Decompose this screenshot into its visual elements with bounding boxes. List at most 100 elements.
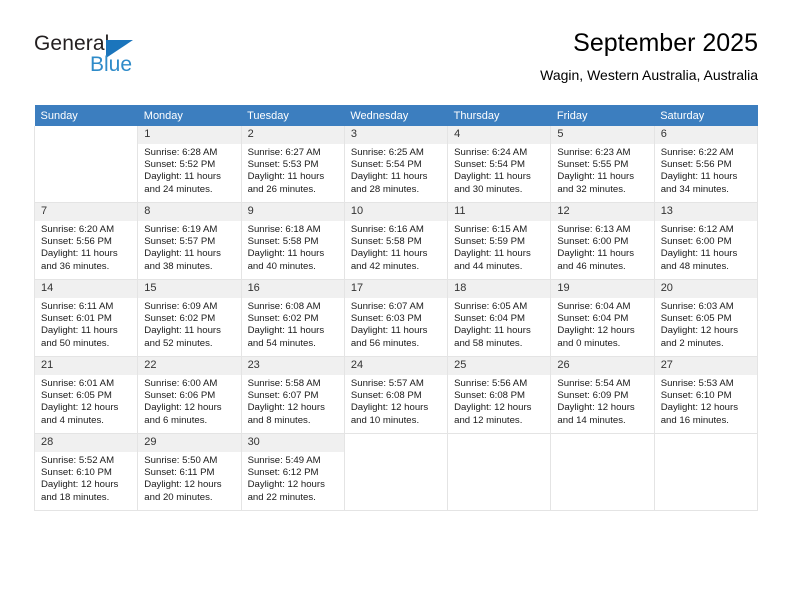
calendar-page: General Blue September 2025 Wagin, Weste… [0, 0, 792, 612]
calendar-day-cell[interactable]: 18 Sunrise: 6:05 AM Sunset: 6:04 PM Dayligh… [447, 279, 552, 357]
calendar-day-cell[interactable]: 2 Sunrise: 6:27 AM Sunset: 5:53 PM Daylight… [240, 126, 345, 203]
day-details: Sunrise: 6:12 AM Sunset: 6:00 PM Daylight:… [655, 221, 757, 273]
calendar-day-cell[interactable]: 10 Sunrise: 6:16 AM Sunset: 5:58 PM Dayligh… [343, 202, 449, 280]
sunset-text: Sunset: 6:02 PM [247, 313, 319, 325]
sunrise-text: Sunrise: 6:24 AM [454, 147, 528, 158]
calendar-day-cell[interactable]: 24 Sunrise: 5:57 AM Sunset: 6:08 PM Dayligh… [343, 356, 449, 434]
sunset-text: Sunset: 6:09 PM [557, 390, 629, 402]
day-number: 19 [551, 280, 654, 298]
calendar-day-cell[interactable]: 15 Sunrise: 6:09 AM Sunset: 6:02 PM Dayligh… [137, 279, 242, 357]
calendar-day-cell[interactable]: 13 Sunrise: 6:12 AM Sunset: 6:00 PM Dayligh… [653, 202, 759, 280]
calendar-day-cell[interactable]: 25 Sunrise: 5:56 AM Sunset: 6:08 PM Dayligh… [447, 356, 552, 434]
general-blue-logo[interactable]: General Blue [34, 32, 214, 88]
day-details: Sunrise: 5:58 AM Sunset: 6:07 PM Daylight:… [242, 375, 344, 427]
calendar-day-cell[interactable]: 4 Sunrise: 6:24 AM Sunset: 5:54 PM Daylight… [447, 126, 552, 203]
sunrise-text: Sunrise: 6:22 AM [660, 147, 734, 158]
sunrise-text: Sunrise: 6:04 AM [557, 301, 631, 312]
day-details: Sunrise: 5:49 AM Sunset: 6:12 PM Daylight:… [242, 452, 344, 504]
calendar-week-row: 21 Sunrise: 6:01 AM Sunset: 6:05 PM Dayligh… [33, 356, 759, 434]
calendar-empty-cell [343, 433, 449, 511]
sunset-text: Sunset: 6:02 PM [144, 313, 216, 325]
day-details: Sunrise: 6:11 AM Sunset: 6:01 PM Daylight:… [35, 298, 137, 350]
sunrise-text: Sunrise: 6:20 AM [41, 224, 115, 235]
sunset-text: Sunset: 5:55 PM [557, 159, 629, 171]
sunrise-text: Sunrise: 5:58 AM [247, 378, 321, 389]
calendar-day-cell[interactable]: 29 Sunrise: 5:50 AM Sunset: 6:11 PM Dayligh… [137, 433, 242, 511]
logo-text-blue: Blue [90, 53, 133, 76]
calendar-day-cell[interactable]: 11 Sunrise: 6:15 AM Sunset: 5:59 PM Dayligh… [447, 202, 552, 280]
day-number: 17 [344, 280, 448, 298]
calendar-day-cell[interactable]: 9 Sunrise: 6:18 AM Sunset: 5:58 PM Daylight… [240, 202, 345, 280]
calendar-day-cell[interactable]: 16 Sunrise: 6:08 AM Sunset: 6:02 PM Dayligh… [240, 279, 345, 357]
calendar-day-cell[interactable]: 27 Sunrise: 5:53 AM Sunset: 6:10 PM Dayligh… [653, 356, 759, 434]
calendar-day-cell[interactable]: 3 Sunrise: 6:25 AM Sunset: 5:54 PM Daylight… [343, 126, 449, 203]
sunrise-text: Sunrise: 6:13 AM [557, 224, 631, 235]
day-details: Sunrise: 6:24 AM Sunset: 5:54 PM Daylight:… [448, 144, 550, 196]
daylight-text: Daylight: 12 hours and 6 minutes. [144, 402, 222, 426]
day-number: 15 [138, 280, 241, 298]
daylight-text: Daylight: 12 hours and 22 minutes. [247, 479, 325, 503]
sunset-text: Sunset: 6:05 PM [660, 313, 732, 325]
daylight-text: Daylight: 11 hours and 56 minutes. [350, 325, 428, 349]
sunrise-text: Sunrise: 6:12 AM [660, 224, 734, 235]
calendar-day-cell[interactable]: 22 Sunrise: 6:00 AM Sunset: 6:06 PM Dayligh… [137, 356, 242, 434]
daylight-text: Daylight: 11 hours and 38 minutes. [144, 248, 221, 272]
page-title: September 2025 [573, 29, 758, 57]
daylight-text: Daylight: 11 hours and 36 minutes. [41, 248, 118, 272]
day-details: Sunrise: 5:53 AM Sunset: 6:10 PM Daylight:… [655, 375, 757, 427]
day-details: Sunrise: 5:57 AM Sunset: 6:08 PM Daylight:… [345, 375, 447, 427]
calendar-day-cell[interactable]: 17 Sunrise: 6:07 AM Sunset: 6:03 PM Dayligh… [343, 279, 449, 357]
day-details: Sunrise: 6:27 AM Sunset: 5:53 PM Daylight:… [242, 144, 344, 196]
sunrise-text: Sunrise: 6:19 AM [144, 224, 218, 235]
sunrise-text: Sunrise: 6:03 AM [660, 301, 734, 312]
day-details: Sunrise: 5:56 AM Sunset: 6:08 PM Daylight:… [448, 375, 550, 427]
calendar-empty-cell [550, 433, 655, 511]
calendar-day-cell[interactable]: 30 Sunrise: 5:49 AM Sunset: 6:12 PM Dayligh… [240, 433, 345, 511]
calendar-day-cell[interactable]: 26 Sunrise: 5:54 AM Sunset: 6:09 PM Dayligh… [550, 356, 655, 434]
sunrise-text: Sunrise: 6:07 AM [350, 301, 424, 312]
day-details: Sunrise: 6:18 AM Sunset: 5:58 PM Daylight:… [242, 221, 344, 273]
calendar-day-cell[interactable]: 23 Sunrise: 5:58 AM Sunset: 6:07 PM Dayligh… [240, 356, 345, 434]
day-details: Sunrise: 6:01 AM Sunset: 6:05 PM Daylight:… [35, 375, 137, 427]
sunset-text: Sunset: 6:00 PM [557, 236, 629, 248]
calendar-day-cell[interactable]: 12 Sunrise: 6:13 AM Sunset: 6:00 PM Dayligh… [550, 202, 655, 280]
day-number: 6 [654, 126, 757, 144]
calendar-day-cell[interactable]: 28 Sunrise: 5:52 AM Sunset: 6:10 PM Dayligh… [33, 433, 139, 511]
calendar-day-cell[interactable]: 20 Sunrise: 6:03 AM Sunset: 6:05 PM Dayligh… [653, 279, 759, 357]
day-number: 2 [241, 126, 344, 144]
day-details: Sunrise: 6:04 AM Sunset: 6:04 PM Daylight:… [551, 298, 653, 350]
day-number [344, 434, 448, 452]
calendar-day-cell[interactable]: 14 Sunrise: 6:11 AM Sunset: 6:01 PM Dayligh… [33, 279, 139, 357]
day-number: 30 [241, 434, 344, 452]
sunset-text: Sunset: 6:03 PM [350, 313, 422, 325]
sunrise-text: Sunrise: 6:08 AM [247, 301, 321, 312]
calendar-table: Sunday Monday Tuesday Wednesday Thursday… [33, 105, 759, 511]
calendar-day-cell[interactable]: 1 Sunrise: 6:28 AM Sunset: 5:52 PM Daylight… [137, 126, 242, 203]
calendar-week-row: 28 Sunrise: 5:52 AM Sunset: 6:10 PM Dayligh… [33, 433, 759, 511]
sunset-text: Sunset: 6:07 PM [247, 390, 319, 402]
day-details: Sunrise: 5:52 AM Sunset: 6:10 PM Daylight:… [35, 452, 137, 504]
calendar-day-cell[interactable]: 21 Sunrise: 6:01 AM Sunset: 6:05 PM Dayligh… [33, 356, 139, 434]
weekday-header-saturday: Saturday [654, 105, 758, 126]
sunset-text: Sunset: 6:11 PM [144, 467, 215, 479]
daylight-text: Daylight: 11 hours and 26 minutes. [247, 171, 325, 195]
sunset-text: Sunset: 5:56 PM [41, 236, 112, 248]
day-number: 3 [344, 126, 448, 144]
day-number: 4 [448, 126, 551, 144]
daylight-text: Daylight: 11 hours and 28 minutes. [350, 171, 428, 195]
sunrise-text: Sunrise: 6:27 AM [247, 147, 321, 158]
sunset-text: Sunset: 6:06 PM [144, 390, 216, 402]
sunset-text: Sunset: 5:54 PM [350, 159, 422, 171]
day-details: Sunrise: 5:54 AM Sunset: 6:09 PM Daylight:… [551, 375, 653, 427]
calendar-day-cell[interactable]: 5 Sunrise: 6:23 AM Sunset: 5:55 PM Daylight… [550, 126, 655, 203]
calendar-day-cell[interactable]: 8 Sunrise: 6:19 AM Sunset: 5:57 PM Daylight… [137, 202, 242, 280]
weekday-header-sunday: Sunday [34, 105, 138, 126]
calendar-empty-cell [33, 126, 139, 203]
day-details: Sunrise: 6:19 AM Sunset: 5:57 PM Daylight:… [138, 221, 240, 273]
calendar-day-cell[interactable]: 6 Sunrise: 6:22 AM Sunset: 5:56 PM Daylight… [653, 126, 759, 203]
calendar-day-cell[interactable]: 7 Sunrise: 6:20 AM Sunset: 5:56 PM Daylight… [33, 202, 139, 280]
sunrise-text: Sunrise: 5:49 AM [247, 455, 321, 466]
calendar-day-cell[interactable]: 19 Sunrise: 6:04 AM Sunset: 6:04 PM Dayligh… [550, 279, 655, 357]
day-number [448, 434, 551, 452]
day-number: 26 [551, 357, 654, 375]
